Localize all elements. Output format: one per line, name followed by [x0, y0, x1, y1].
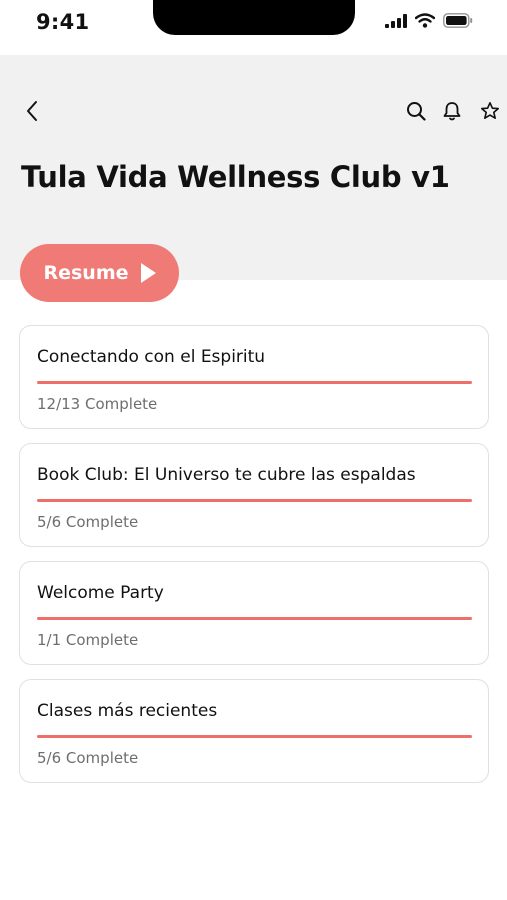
- status-bar: 9:41: [0, 0, 507, 55]
- progress-fill: [37, 499, 472, 502]
- battery-icon: [443, 13, 473, 28]
- course-card[interactable]: Clases más recientes 5/6 Complete: [19, 679, 489, 783]
- progress-fill: [37, 735, 472, 738]
- progress-fill: [37, 381, 472, 384]
- course-title: Book Club: El Universo te cubre las espa…: [37, 465, 416, 485]
- course-status: 1/1 Complete: [37, 631, 139, 649]
- notifications-button[interactable]: [441, 100, 463, 122]
- back-chevron-icon: [27, 101, 37, 121]
- course-card[interactable]: Welcome Party 1/1 Complete: [19, 561, 489, 665]
- wifi-icon: [415, 13, 435, 28]
- course-card[interactable]: Conectando con el Espiritu 12/13 Complet…: [19, 325, 489, 429]
- search-button[interactable]: [405, 100, 427, 122]
- progress-bar: [37, 617, 472, 620]
- bell-icon: [443, 102, 461, 121]
- signal-icon: [385, 13, 407, 28]
- course-card[interactable]: Book Club: El Universo te cubre las espa…: [19, 443, 489, 547]
- status-time: 9:41: [36, 10, 90, 34]
- device-notch: [153, 0, 355, 35]
- course-title: Clases más recientes: [37, 701, 218, 721]
- resume-button[interactable]: Resume: [20, 244, 179, 302]
- course-title: Welcome Party: [37, 583, 164, 603]
- progress-fill: [37, 617, 472, 620]
- course-status: 5/6 Complete: [37, 513, 139, 531]
- progress-bar: [37, 381, 472, 384]
- course-list: Conectando con el Espiritu 12/13 Complet…: [19, 325, 489, 797]
- progress-bar: [37, 499, 472, 502]
- progress-bar: [37, 735, 472, 738]
- course-status: 5/6 Complete: [37, 749, 139, 767]
- page-title: Tula Vida Wellness Club v1: [21, 160, 450, 194]
- resume-label: Resume: [43, 262, 129, 284]
- back-button[interactable]: [20, 98, 44, 124]
- status-icons: [385, 13, 473, 28]
- search-icon: [407, 102, 426, 121]
- course-title: Conectando con el Espiritu: [37, 347, 266, 367]
- favorite-button[interactable]: [479, 100, 501, 122]
- play-icon: [140, 263, 156, 283]
- star-icon: [481, 102, 499, 119]
- course-status: 12/13 Complete: [37, 395, 158, 413]
